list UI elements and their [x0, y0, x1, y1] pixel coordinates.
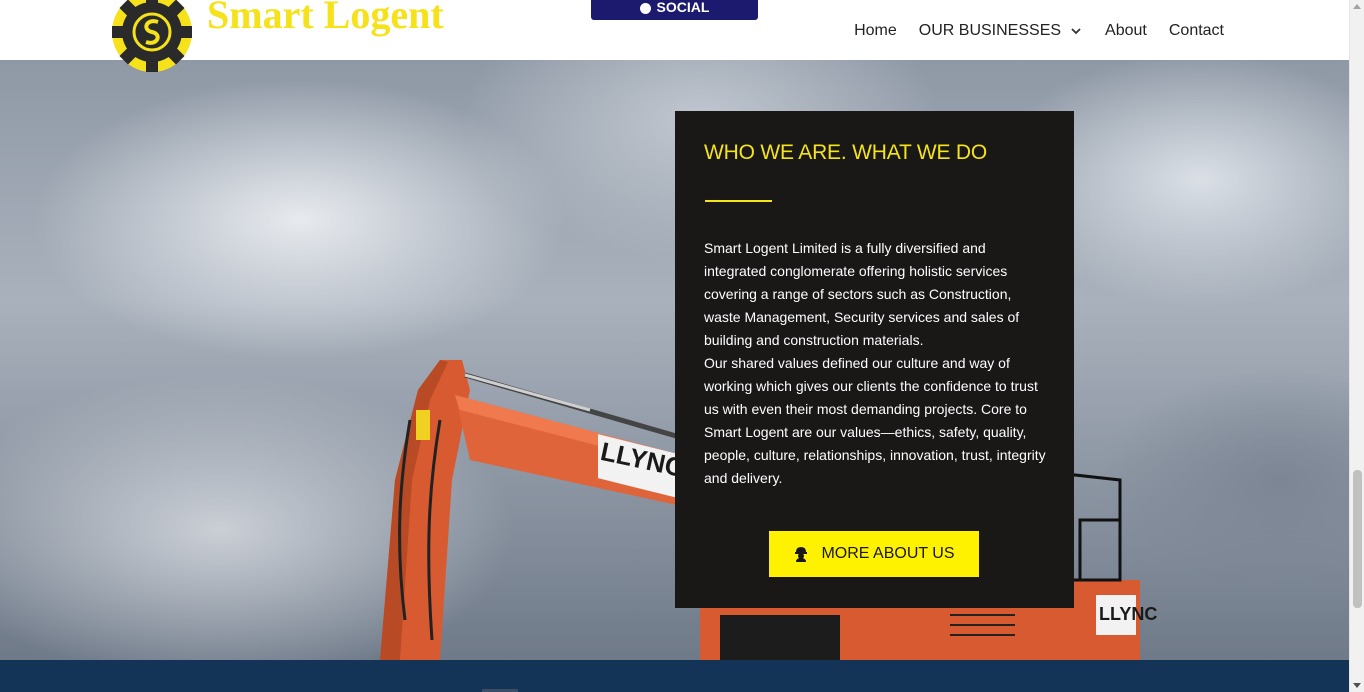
- nav-our-businesses[interactable]: OUR BUSINESSES: [919, 22, 1083, 40]
- about-card: WHO WE ARE. WHAT WE DO Smart Logent Limi…: [675, 111, 1074, 608]
- about-heading: WHO WE ARE. WHAT WE DO: [704, 141, 987, 164]
- scroll-up-icon[interactable]: [1353, 4, 1361, 9]
- social-button-label: SOCIAL: [656, 0, 710, 15]
- about-paragraph-2: Our shared values defined our culture an…: [704, 355, 1046, 486]
- social-button[interactable]: SOCIAL: [591, 0, 758, 20]
- heading-divider: [705, 200, 772, 202]
- about-paragraph-1: Smart Logent Limited is a fully diversif…: [704, 240, 1020, 348]
- scrollbar-thumb[interactable]: [1353, 470, 1362, 608]
- page-scrollbar[interactable]: [1349, 0, 1364, 692]
- worker-icon: [795, 547, 808, 562]
- brand-name[interactable]: Smart Logent: [207, 0, 444, 38]
- nav-contact[interactable]: Contact: [1169, 22, 1224, 40]
- excavator-brand-text-2: LLYNC: [1099, 604, 1157, 624]
- more-about-us-label: MORE ABOUT US: [821, 545, 955, 562]
- site-header: Smart Logent SOCIAL Home OUR BUSINESSES …: [0, 0, 1349, 72]
- chevron-down-icon: [1071, 28, 1081, 35]
- more-about-us-button[interactable]: MORE ABOUT US: [769, 531, 979, 577]
- nav-about[interactable]: About: [1105, 22, 1147, 40]
- main-nav: Home OUR BUSINESSES About Contact: [832, 22, 1224, 40]
- nav-home[interactable]: Home: [854, 22, 897, 40]
- about-text: Smart Logent Limited is a fully diversif…: [704, 237, 1049, 490]
- scroll-down-icon[interactable]: [1353, 683, 1361, 688]
- nav-our-businesses-label: OUR BUSINESSES: [918, 22, 1062, 39]
- footer-strip: [0, 660, 1349, 692]
- social-icon: [639, 2, 651, 14]
- gear-logo-icon[interactable]: [104, 0, 200, 78]
